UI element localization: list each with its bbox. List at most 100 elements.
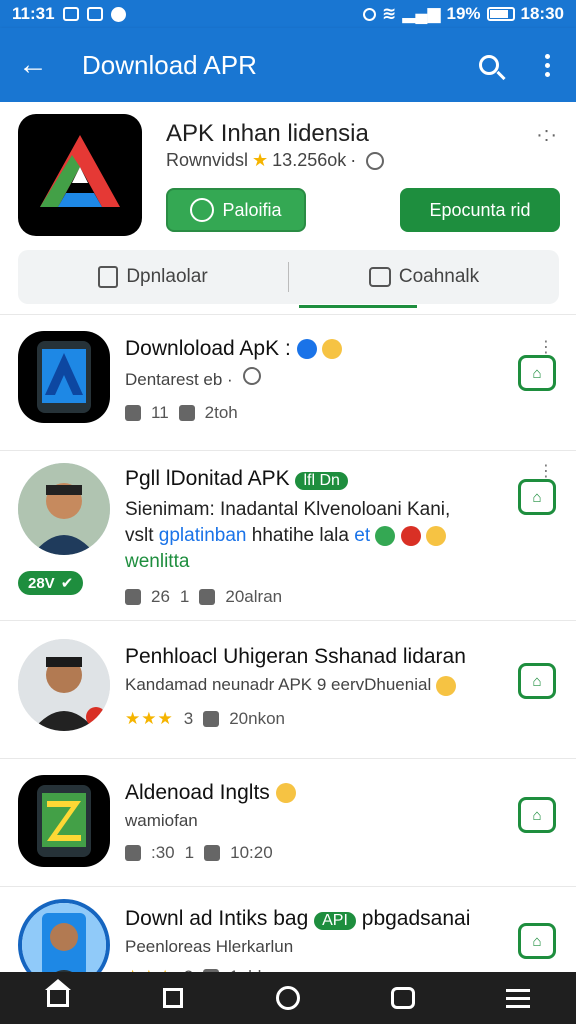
share-count: 20nkon xyxy=(229,709,285,728)
header-more-button[interactable]: ·:· xyxy=(536,124,558,147)
item-title: Downl ad Intiks bag API pbgadsanai xyxy=(125,907,470,931)
feed-list: Downloload ApK : Dentarest eb · 11 2toh … xyxy=(0,314,576,996)
share-button[interactable]: ⌂ xyxy=(518,479,556,515)
star-icon: ★ xyxy=(252,150,269,170)
item-title: Aldenoad Inglts xyxy=(125,781,296,805)
back-button[interactable]: ← xyxy=(0,28,66,102)
item-title: Penhloacl Uhigeran Sshanad lidaran xyxy=(125,645,466,669)
share-icon: ⌂ xyxy=(532,672,542,690)
item-title-text: Pgll lDonitad APK xyxy=(125,467,290,490)
thumbs-up-icon[interactable] xyxy=(125,589,141,605)
list-item[interactable]: 28V ✔ Pgll lDonitad APK lfl Dn Sienimam:… xyxy=(0,450,576,620)
check-emoji-icon xyxy=(375,525,396,546)
app-name: APK Inhan lidensia xyxy=(166,120,369,147)
share-icon: ⌂ xyxy=(532,806,542,824)
share-button[interactable]: ⌂ xyxy=(518,355,556,391)
tab-download[interactable]: Dpnlaolar xyxy=(18,250,288,304)
arrow-left-icon: ← xyxy=(18,48,48,81)
secondary-action-button[interactable]: Epocunta rid xyxy=(400,188,560,232)
battery-icon xyxy=(486,7,515,21)
item-title-text: Downloload ApK : xyxy=(125,337,291,360)
item-title: Pgll lDonitad APK lfl Dn xyxy=(125,467,348,491)
share-button[interactable]: ⌂ xyxy=(518,663,556,699)
app-meta-label: Rownvidsl xyxy=(166,150,249,170)
chat-notification-icon xyxy=(110,6,126,22)
nav-menu-button[interactable] xyxy=(488,972,548,1024)
rating-stars: ★★★ xyxy=(125,709,174,728)
app-avatar xyxy=(18,331,110,423)
item-subtitle-text: Kandamad neunadr APK 9 eervDhuenial xyxy=(125,675,432,694)
nav-center-button[interactable] xyxy=(258,972,318,1024)
thumbs-up-icon[interactable] xyxy=(204,845,221,861)
battery-percent: 19% xyxy=(446,4,481,23)
item-desc-link[interactable]: et xyxy=(354,525,370,546)
item-subtitle-text: wamiofan xyxy=(125,811,198,830)
share-count: 1 xyxy=(184,843,195,862)
list-item[interactable]: Penhloacl Uhigeran Sshanad lidaran Kanda… xyxy=(0,620,576,758)
app-logo xyxy=(18,114,142,236)
share-icon: ⌂ xyxy=(532,488,542,506)
share-icon: ⌂ xyxy=(532,932,542,950)
overflow-menu-button[interactable] xyxy=(518,28,576,102)
nav-recents-button[interactable] xyxy=(143,972,203,1024)
home-icon xyxy=(44,979,71,1007)
like-count: 26 xyxy=(151,587,170,606)
extra-count: 20alran xyxy=(225,587,283,606)
nav-home-button[interactable] xyxy=(28,972,88,1024)
primary-action-button[interactable]: Paloifia xyxy=(166,188,306,232)
person-photo-icon xyxy=(18,639,110,731)
item-tag: lfl Dn xyxy=(295,472,348,490)
star-outline-icon[interactable] xyxy=(178,405,195,421)
tab-comments[interactable]: Coahnalk xyxy=(289,250,559,308)
apk-logo-icon xyxy=(40,135,120,207)
user-avatar xyxy=(18,639,110,731)
more-vert-icon xyxy=(544,53,550,77)
app-bar: ← Download APR xyxy=(0,28,576,102)
thumbs-up-icon[interactable] xyxy=(203,711,220,727)
status-clock: 18:30 xyxy=(520,4,564,23)
item-desc-link[interactable]: gplatinban xyxy=(159,525,247,546)
item-subtitle: Kandamad neunadr APK 9 eervDhuenial xyxy=(125,675,456,696)
item-title-text: Downl ad Intiks bag xyxy=(125,907,309,930)
thumbs-up-icon[interactable] xyxy=(125,845,141,861)
wifi-icon: ≋ xyxy=(382,4,397,23)
share-button[interactable]: ⌂ xyxy=(518,923,556,959)
status-bar: 11:31 ≋ ▂▄▆ 19% 18:30 xyxy=(0,0,576,28)
share-button[interactable]: ⌂ xyxy=(518,797,556,833)
thumbs-up-icon[interactable] xyxy=(125,405,141,421)
nav-chat-button[interactable] xyxy=(373,972,433,1024)
list-item[interactable]: Downloload ApK : Dentarest eb · 11 2toh … xyxy=(0,314,576,450)
item-desc-line: Sienimam: Inadantal Klvenoloani Kani, xyxy=(125,497,450,523)
share-icon: ⌂ xyxy=(532,364,542,382)
thumbs-up-icon[interactable] xyxy=(199,589,216,605)
search-button[interactable] xyxy=(460,28,518,102)
item-subtitle-text: Peenloreas Hlerkarlun xyxy=(125,937,294,956)
item-desc-text: wenlitta xyxy=(125,551,190,572)
item-title-text: pbgadsanai xyxy=(361,907,471,930)
item-stats: 26 1 20alran xyxy=(125,587,282,607)
tab-download-label: Dpnlaolar xyxy=(126,266,208,287)
smile-emoji-icon xyxy=(425,525,446,546)
item-desc-text: vslt xyxy=(125,525,154,546)
item-title: Downloload ApK : xyxy=(125,337,343,361)
notification-icon xyxy=(62,7,79,21)
item-more-button[interactable]: ⋮ xyxy=(538,464,554,480)
user-avatar xyxy=(18,463,110,555)
item-title-text: Aldenoad Inglts xyxy=(125,781,270,804)
item-subtitle: Peenloreas Hlerkarlun xyxy=(125,937,293,957)
tab-comments-label: Coahnalk xyxy=(398,266,480,287)
verified-icon xyxy=(296,339,317,360)
page-title: Download APR xyxy=(82,49,257,80)
grin-emoji-icon xyxy=(275,783,296,804)
user-badge-text: 28V xyxy=(28,574,55,592)
app-rating: 13.256ok xyxy=(272,150,347,170)
phone-logo-icon xyxy=(37,785,91,857)
check-icon: ✔ xyxy=(60,575,74,592)
item-desc-text: Sienimam: Inadantal Klvenoloani Kani, xyxy=(125,499,451,520)
bottom-nav-bar xyxy=(0,972,576,1024)
app-header-card: APK Inhan lidensia Rownvidsl ★ 13.256ok … xyxy=(0,102,576,314)
share-count: 1 xyxy=(179,587,190,606)
circle-icon xyxy=(275,986,300,1010)
item-more-button[interactable]: ⋮ xyxy=(538,340,554,356)
list-item[interactable]: Aldenoad Inglts wamiofan :30 1 10:20 ⌂ xyxy=(0,758,576,886)
